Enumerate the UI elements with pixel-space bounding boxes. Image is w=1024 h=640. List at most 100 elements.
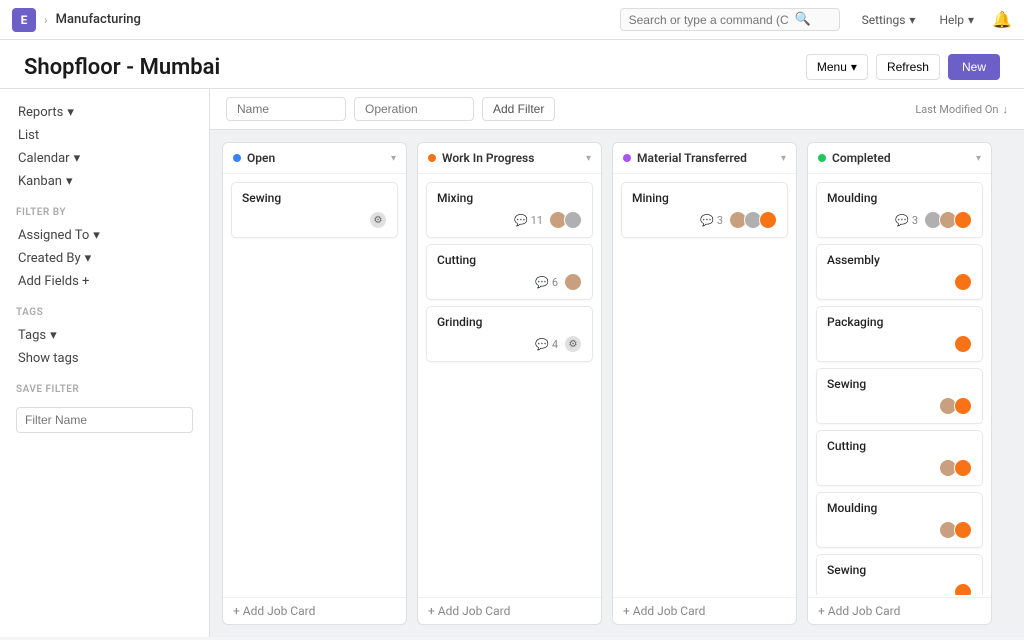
col-title-label: Open [247,151,275,165]
show-tags-button[interactable]: Show tags [16,347,193,370]
kanban-card[interactable]: Grinding💬 4⚙ [426,306,593,362]
filter-by-label: FILTER BY [16,207,193,218]
refresh-button[interactable]: Refresh [876,54,940,80]
col-collapse-icon[interactable]: ▾ [586,153,591,164]
kanban-card[interactable]: Assembly [816,244,983,300]
card-avatars [939,397,972,415]
col-cards-work_in_progress: Mixing💬 11Cutting💬 6Grinding💬 4⚙ [418,174,601,595]
col-dot-icon [428,154,436,162]
menu-button[interactable]: Menu ▾ [806,54,868,80]
last-modified-label: Last Modified On ↓ [915,103,1008,116]
kanban-col-completed: Completed▾Moulding💬 3AssemblyPackagingSe… [807,142,992,625]
kanban-card[interactable]: Moulding [816,492,983,548]
new-button[interactable]: New [948,54,1000,80]
kanban-card[interactable]: Sewing [816,554,983,595]
settings-button[interactable]: Settings ▾ [856,9,922,31]
avatar [954,211,972,229]
card-meta [827,397,972,415]
col-collapse-icon[interactable]: ▾ [391,153,396,164]
card-title: Sewing [827,377,972,391]
kanban-col-open: Open ▾ Sewing ⚙ + Add Job Card [222,142,407,625]
card-comment-count: 💬 3 [700,214,723,227]
add-job-card-button[interactable]: + Add Job Card [223,597,406,624]
content-area: Add Filter Last Modified On ↓ Open ▾ Sewin… [210,89,1024,637]
card-avatars [939,459,972,477]
help-button[interactable]: Help ▾ [933,9,980,31]
card-avatars: ⚙ [564,335,582,353]
kanban-board: Open▾Sewing⚙+ Add Job CardWork In Progre… [210,130,1024,637]
add-job-card-button[interactable]: + Add Job Card [613,597,796,624]
name-filter-input[interactable] [226,97,346,121]
kanban-card[interactable]: Packaging [816,306,983,362]
add-job-card-button[interactable]: + Add Job Card [808,597,991,624]
created-by-filter[interactable]: Created By ▾ [16,247,193,270]
card-meta [827,583,972,595]
col-dot-icon [623,154,631,162]
card-title: Moulding [827,501,972,515]
avatar [954,583,972,595]
card-avatars: ⚙ [369,211,387,229]
add-filter-button[interactable]: Add Filter [482,97,555,121]
card-avatars [549,211,582,229]
col-collapse-icon[interactable]: ▾ [781,153,786,164]
card-title: Assembly [827,253,972,267]
search-input[interactable] [629,13,789,27]
avatar: ⚙ [369,211,387,229]
kanban-card[interactable]: Moulding💬 3 [816,182,983,238]
card-avatars [954,273,972,291]
card-title: Packaging [827,315,972,329]
card-title: Sewing [242,191,387,205]
card-avatars [939,521,972,539]
add-job-card-button[interactable]: + Add Job Card [418,597,601,624]
avatar [564,273,582,291]
card-title: Sewing [827,563,972,577]
col-header-completed: Completed▾ [808,143,991,174]
created-by-chevron-icon: ▾ [85,251,92,266]
search-bar[interactable]: 🔍 [620,8,840,31]
kanban-chevron-icon: ▾ [66,174,73,189]
kanban-col-work_in_progress: Work In Progress▾Mixing💬 11Cutting💬 6Gri… [417,142,602,625]
topbar-right: Settings ▾ Help ▾ 🔔 [856,9,1012,31]
tags-section-label: TAGS [16,307,193,318]
filter-bar: Add Filter Last Modified On ↓ [210,89,1024,130]
sidebar-item-calendar[interactable]: Calendar ▾ [16,147,193,170]
card-title: Mining [632,191,777,205]
filter-name-input[interactable] [16,407,193,433]
tags-dropdown[interactable]: Tags ▾ [16,324,193,347]
col-cards-completed: Moulding💬 3AssemblyPackagingSewingCuttin… [808,174,991,595]
sidebar-item-list[interactable]: List [16,124,193,147]
help-chevron-icon: ▾ [968,13,974,27]
avatar [954,335,972,353]
avatar [954,459,972,477]
card-comment-count: 💬 3 [895,214,918,227]
card-comment-count: 💬 4 [535,338,558,351]
breadcrumb: Manufacturing [56,12,141,27]
kanban-card[interactable]: Sewing [816,368,983,424]
kanban-card[interactable]: Sewing ⚙ [231,182,398,238]
operation-filter-input[interactable] [354,97,474,121]
kanban-card[interactable]: Mining 💬 3 [621,182,788,238]
col-cards-material_transferred: Mining 💬 3 [613,174,796,595]
card-comment-count: 💬 11 [514,214,543,227]
card-comment-count: 💬 6 [535,276,558,289]
add-fields-button[interactable]: Add Fields + [16,270,193,293]
kanban-card[interactable]: Mixing💬 11 [426,182,593,238]
sidebar-item-kanban[interactable]: Kanban ▾ [16,170,193,193]
assigned-to-filter[interactable]: Assigned To ▾ [16,224,193,247]
menu-chevron-icon: ▾ [851,60,857,74]
notification-icon[interactable]: 🔔 [992,10,1012,29]
col-collapse-icon[interactable]: ▾ [976,153,981,164]
card-avatars [564,273,582,291]
sidebar: Reports ▾ List Calendar ▾ Kanban ▾ FILTE… [0,89,210,637]
card-avatars [924,211,972,229]
save-filter-label: SAVE FILTER [16,384,193,395]
col-header-open: Open ▾ [223,143,406,174]
kanban-card[interactable]: Cutting [816,430,983,486]
card-title: Cutting [827,439,972,453]
card-meta [827,273,972,291]
kanban-card[interactable]: Cutting💬 6 [426,244,593,300]
help-label: Help [939,13,964,27]
sort-icon: ↓ [1003,103,1009,116]
card-meta [827,335,972,353]
sidebar-item-reports[interactable]: Reports ▾ [16,101,193,124]
